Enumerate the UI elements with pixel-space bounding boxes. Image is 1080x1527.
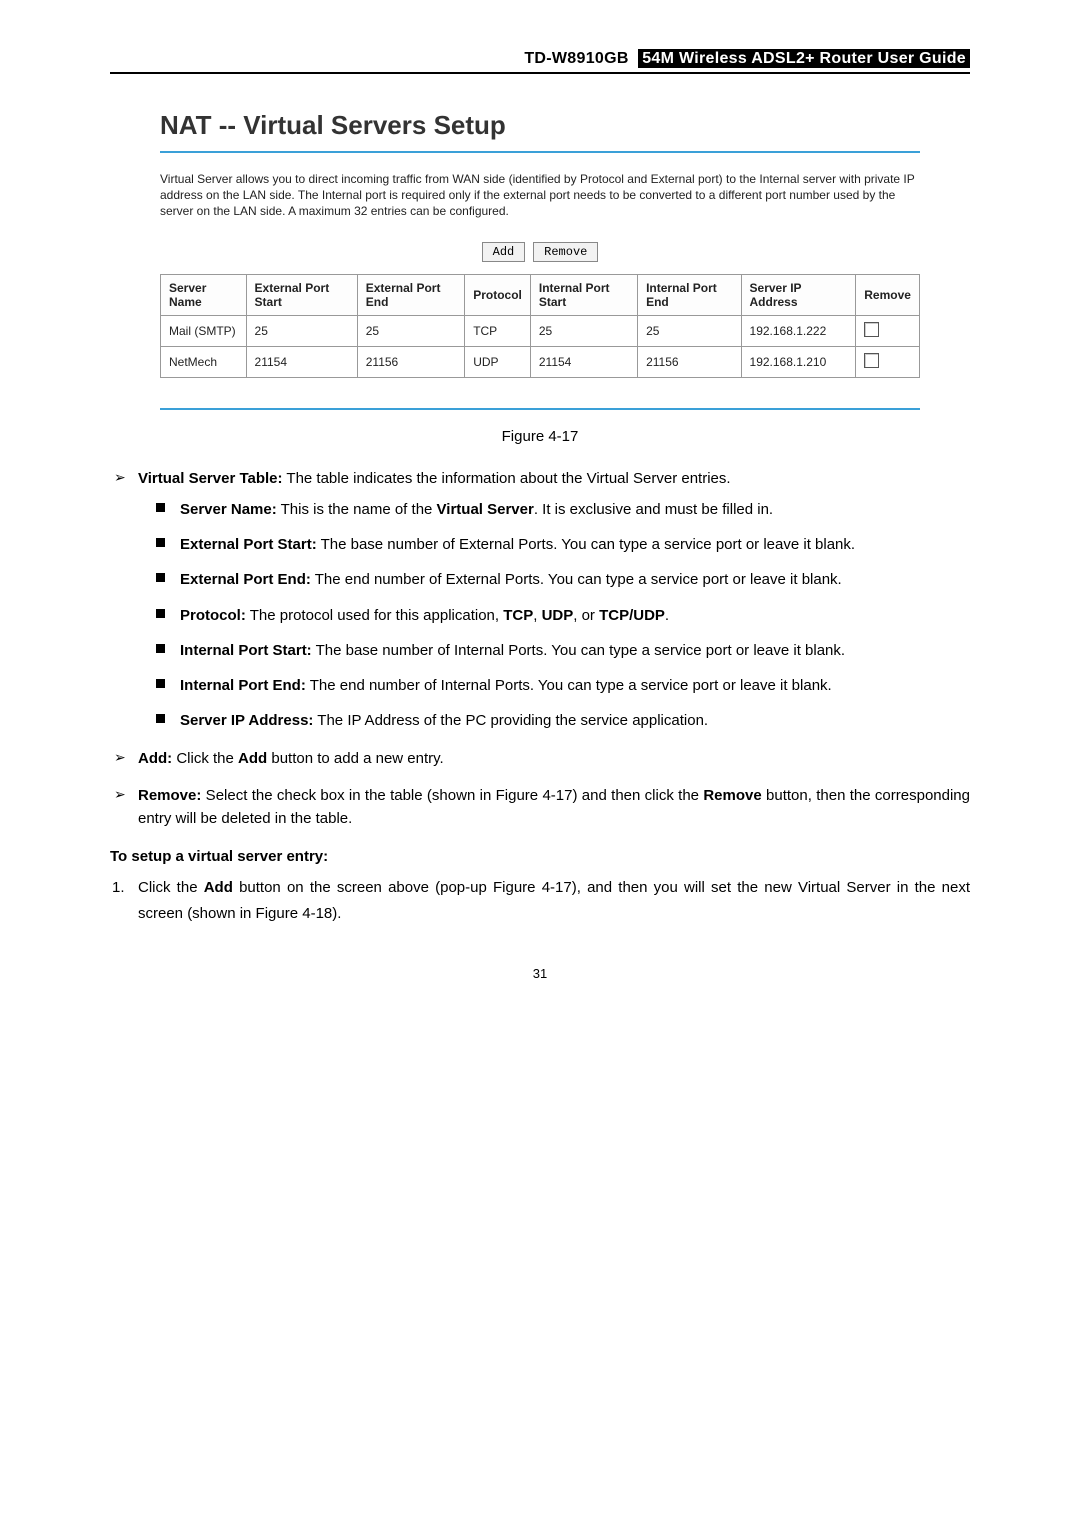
term-text: The IP Address of the PC providing the s… bbox=[313, 712, 708, 729]
list-item: Server Name: This is the name of the Vir… bbox=[180, 498, 970, 521]
term-text: . bbox=[665, 607, 669, 624]
cell-ext-end: 25 bbox=[357, 315, 464, 346]
page-number: 31 bbox=[110, 966, 970, 981]
term-bold: UDP bbox=[542, 607, 574, 624]
list-item: Add: Click the Add button to add a new e… bbox=[138, 747, 970, 770]
col-server-ip: Server IP Address bbox=[741, 274, 856, 315]
remove-checkbox[interactable] bbox=[864, 322, 879, 337]
panel-heading: NAT -- Virtual Servers Setup bbox=[160, 104, 920, 147]
cell-remove bbox=[856, 346, 920, 377]
term-text: Click the bbox=[172, 750, 238, 767]
col-protocol: Protocol bbox=[465, 274, 531, 315]
term-bold: TCP bbox=[503, 607, 533, 624]
divider bbox=[160, 408, 920, 410]
cell-remove bbox=[856, 315, 920, 346]
divider bbox=[160, 151, 920, 153]
cell-ext-start: 21154 bbox=[246, 346, 357, 377]
term-label: Server Name: bbox=[180, 501, 277, 518]
cell-protocol: TCP bbox=[465, 315, 531, 346]
col-server-name: Server Name bbox=[161, 274, 247, 315]
router-config-panel: NAT -- Virtual Servers Setup Virtual Ser… bbox=[160, 104, 920, 410]
term-text: The base number of Internal Ports. You c… bbox=[312, 642, 845, 659]
cell-server-ip: 192.168.1.210 bbox=[741, 346, 856, 377]
term-text: , or bbox=[573, 607, 599, 624]
figure-caption: Figure 4-17 bbox=[110, 428, 970, 445]
term-label: Internal Port Start: bbox=[180, 642, 312, 659]
cell-server-ip: 192.168.1.222 bbox=[741, 315, 856, 346]
col-remove: Remove bbox=[856, 274, 920, 315]
cell-ext-end: 21156 bbox=[357, 346, 464, 377]
remove-checkbox[interactable] bbox=[864, 353, 879, 368]
term-text: , bbox=[533, 607, 541, 624]
term-text: Select the check box in the table (shown… bbox=[201, 787, 703, 804]
table-row: Mail (SMTP) 25 25 TCP 25 25 192.168.1.22… bbox=[161, 315, 920, 346]
list-item: Click the Add button on the screen above… bbox=[138, 875, 970, 926]
term-label: Internal Port End: bbox=[180, 677, 306, 694]
cell-int-end: 25 bbox=[638, 315, 741, 346]
term-bold: TCP/UDP bbox=[599, 607, 665, 624]
button-row: Add Remove bbox=[160, 242, 920, 262]
cell-int-end: 21156 bbox=[638, 346, 741, 377]
page-header: TD-W8910GB 54M Wireless ADSL2+ Router Us… bbox=[110, 50, 970, 74]
header-title: 54M Wireless ADSL2+ Router User Guide bbox=[638, 49, 970, 68]
list-item: External Port End: The end number of Ext… bbox=[180, 568, 970, 591]
term-label: Server IP Address: bbox=[180, 712, 313, 729]
col-ext-port-start: External Port Start bbox=[246, 274, 357, 315]
term-label: Protocol: bbox=[180, 607, 246, 624]
cell-int-start: 25 bbox=[530, 315, 637, 346]
cell-protocol: UDP bbox=[465, 346, 531, 377]
term-label: Virtual Server Table: bbox=[138, 470, 283, 487]
sub-list: Server Name: This is the name of the Vir… bbox=[138, 498, 970, 733]
col-int-port-start: Internal Port Start bbox=[530, 274, 637, 315]
term-text: The table indicates the information abou… bbox=[283, 470, 731, 487]
cell-server-name: Mail (SMTP) bbox=[161, 315, 247, 346]
term-bold: Remove bbox=[703, 787, 761, 804]
remove-button[interactable]: Remove bbox=[533, 242, 598, 262]
step-text: button on the screen above (pop-up Figur… bbox=[138, 879, 970, 922]
table-header-row: Server Name External Port Start External… bbox=[161, 274, 920, 315]
term-label: External Port End: bbox=[180, 571, 311, 588]
virtual-server-table: Server Name External Port Start External… bbox=[160, 274, 920, 378]
add-button[interactable]: Add bbox=[482, 242, 526, 262]
list-item: Remove: Select the check box in the tabl… bbox=[138, 784, 970, 831]
list-item: Virtual Server Table: The table indicate… bbox=[138, 467, 970, 733]
cell-int-start: 21154 bbox=[530, 346, 637, 377]
term-text: The base number of External Ports. You c… bbox=[317, 536, 855, 553]
term-text: The protocol used for this application, bbox=[246, 607, 503, 624]
list-item: Internal Port End: The end number of Int… bbox=[180, 674, 970, 697]
list-item: Server IP Address: The IP Address of the… bbox=[180, 709, 970, 732]
setup-heading: To setup a virtual server entry: bbox=[110, 848, 970, 865]
term-label: Add: bbox=[138, 750, 172, 767]
cell-server-name: NetMech bbox=[161, 346, 247, 377]
list-item: Internal Port Start: The base number of … bbox=[180, 639, 970, 662]
step-bold: Add bbox=[204, 879, 233, 896]
term-text: The end number of External Ports. You ca… bbox=[311, 571, 842, 588]
cell-ext-start: 25 bbox=[246, 315, 357, 346]
term-bold: Add bbox=[238, 750, 267, 767]
term-text: This is the name of the bbox=[277, 501, 437, 518]
list-item: Protocol: The protocol used for this app… bbox=[180, 604, 970, 627]
col-ext-port-end: External Port End bbox=[357, 274, 464, 315]
steps-list: Click the Add button on the screen above… bbox=[110, 875, 970, 926]
doc-list: Virtual Server Table: The table indicate… bbox=[110, 467, 970, 831]
list-item: External Port Start: The base number of … bbox=[180, 533, 970, 556]
table-row: NetMech 21154 21156 UDP 21154 21156 192.… bbox=[161, 346, 920, 377]
term-bold: Virtual Server bbox=[437, 501, 534, 518]
term-label: Remove: bbox=[138, 787, 201, 804]
col-int-port-end: Internal Port End bbox=[638, 274, 741, 315]
term-text: button to add a new entry. bbox=[267, 750, 444, 767]
panel-description: Virtual Server allows you to direct inco… bbox=[160, 171, 920, 220]
step-text: Click the bbox=[138, 879, 204, 896]
term-text: The end number of Internal Ports. You ca… bbox=[306, 677, 832, 694]
header-model: TD-W8910GB bbox=[524, 50, 628, 67]
term-text: . It is exclusive and must be filled in. bbox=[534, 501, 773, 518]
term-label: External Port Start: bbox=[180, 536, 317, 553]
